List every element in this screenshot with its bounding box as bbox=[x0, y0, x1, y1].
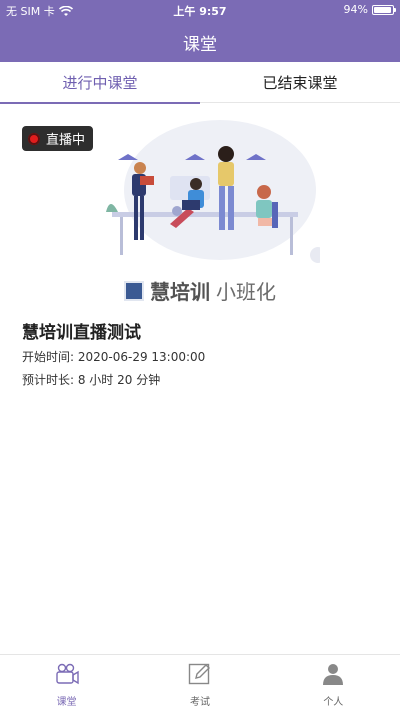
live-dot-icon bbox=[28, 132, 40, 145]
status-right: 94% bbox=[343, 3, 396, 16]
segment-tabs: 进行中课堂 已结束课堂 bbox=[0, 62, 400, 104]
status-bar: 无 SIM 卡 上午 9:57 94% bbox=[0, 0, 400, 22]
brand-name-bold: 慧培训 bbox=[150, 280, 210, 304]
video-camera-icon bbox=[55, 663, 79, 685]
brand-name-light: 小班化 bbox=[216, 280, 276, 304]
top-app-bar: 无 SIM 卡 上午 9:57 94% 课堂 bbox=[0, 0, 400, 62]
course-title[interactable]: 慧培训直播测试 bbox=[22, 318, 141, 343]
edit-icon bbox=[188, 663, 210, 685]
tab-ongoing[interactable]: 进行中课堂 bbox=[0, 62, 200, 104]
bottom-tab-exam-label: 考试 bbox=[189, 697, 210, 708]
brand-lockup: 慧培训 小班化 bbox=[0, 276, 400, 305]
bottom-tab-profile[interactable]: 个人 bbox=[267, 655, 400, 710]
bottom-tab-exam[interactable]: 考试 bbox=[133, 655, 266, 710]
bottom-tab-profile-label: 个人 bbox=[323, 697, 344, 708]
course-start-time: 开始时间: 2020-06-29 13:00:00 bbox=[22, 350, 206, 364]
live-badge: 直播中 bbox=[22, 126, 94, 151]
course-cover-illustration[interactable] bbox=[100, 116, 320, 276]
course-duration: 预计时长: 8 小时 20 分钟 bbox=[22, 373, 161, 387]
live-badge-label: 直播中 bbox=[46, 133, 86, 148]
battery-percent: 94% bbox=[343, 3, 368, 16]
bottom-tab-classroom[interactable]: 课堂 bbox=[0, 655, 133, 710]
bottom-nav: 课堂 考试 个人 bbox=[0, 654, 400, 710]
battery-icon bbox=[372, 4, 396, 15]
bottom-tab-classroom-label: 课堂 bbox=[56, 697, 77, 708]
page-title: 课堂 bbox=[183, 35, 217, 55]
brand-logo bbox=[124, 280, 144, 301]
tab-ended[interactable]: 已结束课堂 bbox=[200, 62, 400, 103]
status-time: 上午 9:57 bbox=[173, 5, 227, 18]
person-icon bbox=[323, 664, 344, 685]
battery-fill bbox=[374, 6, 391, 13]
